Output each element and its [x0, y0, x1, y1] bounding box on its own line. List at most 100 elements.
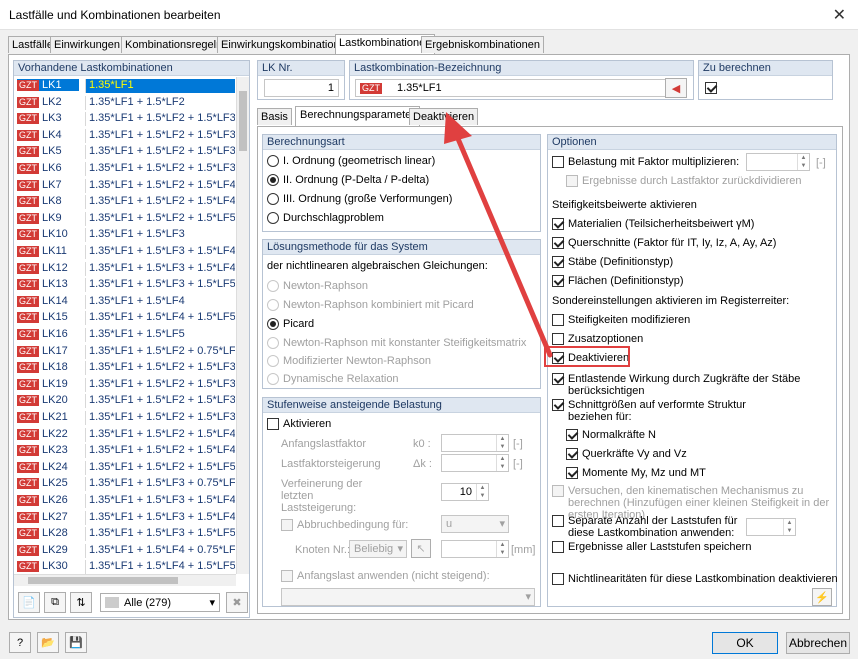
list-item[interactable]: GZTLK18 1.35*LF1 + 1.5*LF2 + 1.5*LF3 + 0	[14, 359, 236, 376]
anfangslastfaktor-field[interactable]: ▲ ▼	[441, 434, 509, 452]
renumber-icon[interactable]: ⇅	[70, 592, 92, 613]
list-item[interactable]: GZTLK28 1.35*LF1 + 1.5*LF3 + 1.5*LF5 + 0	[14, 525, 236, 542]
radio-newton-raphson[interactable]: Newton-Raphson	[267, 280, 368, 292]
list-item[interactable]: GZT LK11 1.35*LF1 + 1.5*LF3 + 1.5*LF4	[14, 243, 236, 260]
open-icon[interactable]: 📂	[37, 632, 59, 653]
list-item[interactable]: GZTLK30 1.35*LF1 + 1.5*LF4 + 1.5*LF5 + 0	[14, 558, 236, 574]
list-item[interactable]: GZT LK16 1.35*LF1 + 1.5*LF5	[14, 326, 236, 343]
list-item[interactable]: GZTLK20 1.35*LF1 + 1.5*LF2 + 1.5*LF3 + 1	[14, 392, 236, 409]
faktor-field[interactable]: ▲ ▼	[746, 153, 810, 171]
zu-berechnen-checkbox[interactable]	[705, 82, 717, 94]
faktor-checkbox[interactable]: Belastung mit Faktor multiplizieren:	[552, 156, 739, 168]
tab-berechnungsparameter[interactable]: Berechnungsparameter	[295, 106, 420, 126]
momente-checkbox[interactable]: Momente My, Mz und MT	[566, 467, 706, 479]
list-item[interactable]: GZT LK1 1.35*LF1	[14, 77, 236, 94]
list-item-id: GZT LK1	[17, 79, 79, 91]
copy-combination-icon[interactable]: ⧉	[44, 592, 66, 613]
nichtlinear-checkbox[interactable]: Nichtlinearitäten für diese Lastkombinat…	[552, 573, 838, 585]
list-item[interactable]: GZTLK24 1.35*LF1 + 1.5*LF2 + 1.5*LF5 + 0	[14, 459, 236, 476]
tab-einwirkungen[interactable]: Einwirkungen	[50, 36, 125, 53]
ergebnisse-zurueck-checkbox[interactable]: Ergebnisse durch Lastfaktor zurückdividi…	[566, 175, 802, 187]
list-item[interactable]: GZT LK29 1.35*LF1 + 1.5*LF4 + 0.75*LF6	[14, 542, 236, 559]
verfeinerung-field[interactable]: 10 ▲ ▼	[441, 483, 489, 501]
staebe-checkbox[interactable]: Stäbe (Definitionstyp)	[552, 256, 673, 268]
materialien-checkbox[interactable]: Materialien (Teilsicherheitsbeiwert γM)	[552, 218, 754, 230]
list-item-id: GZT LK15	[17, 311, 79, 324]
delete-icon[interactable]: ✖	[226, 592, 248, 613]
horizontal-scrollbar[interactable]	[14, 574, 236, 586]
cancel-button[interactable]: Abbrechen	[786, 632, 850, 654]
close-icon[interactable]: ✕	[833, 5, 846, 25]
save-icon[interactable]: 💾	[65, 632, 87, 653]
list-item[interactable]: GZT LK3 1.35*LF1 + 1.5*LF2 + 1.5*LF3	[14, 110, 236, 127]
bezeichnung-menu-icon[interactable]: ◀	[665, 78, 687, 98]
list-item-number: LK11	[42, 245, 67, 257]
list-item[interactable]: GZT LK17 1.35*LF1 + 1.5*LF2 + 0.75*LF6	[14, 343, 236, 360]
anfangslast-select[interactable]: ▾	[281, 588, 535, 606]
list-item-description: 1.35*LF1 + 1.5*LF5	[85, 328, 235, 342]
tab-basis[interactable]: Basis	[257, 108, 292, 125]
help-icon[interactable]: ?	[9, 632, 31, 653]
radio-durchschlag[interactable]: Durchschlagproblem	[267, 212, 384, 224]
pick-node-icon[interactable]: ↖	[411, 539, 431, 558]
list-item[interactable]: GZTLK6 1.35*LF1 + 1.5*LF2 + 1.5*LF3 + 1	[14, 160, 236, 177]
list-item[interactable]: GZTLK8 1.35*LF1 + 1.5*LF2 + 1.5*LF4 + 1	[14, 193, 236, 210]
abbruch-checkbox[interactable]: Abbruchbedingung für:	[281, 519, 408, 531]
alle-stufen-checkbox[interactable]: Ergebnisse aller Laststufen speichern	[552, 541, 751, 553]
list-item[interactable]: GZTLK19 1.35*LF1 + 1.5*LF2 + 1.5*LF3 + 1	[14, 376, 236, 393]
list-item-number: LK18	[42, 361, 68, 374]
radio-first-order[interactable]: I. Ordnung (geometrisch linear)	[267, 155, 435, 167]
bezeichnung-field[interactable]: GZT 1.35*LF1	[355, 79, 685, 97]
list-item[interactable]: GZT LK7 1.35*LF1 + 1.5*LF2 + 1.5*LF4	[14, 177, 236, 194]
entlastend-checkbox[interactable]: Entlastende Wirkung durch Zugkräfte der …	[552, 373, 822, 397]
radio-picard[interactable]: Picard	[267, 318, 314, 330]
gzt-badge: GZT	[17, 262, 39, 274]
list-item-id: GZT LK23	[17, 444, 79, 457]
lk-nr-field[interactable]: 1	[264, 79, 339, 97]
calc-settings-icon[interactable]: ⚡	[812, 588, 832, 606]
knoten-select[interactable]: Beliebig ▾	[349, 540, 407, 558]
list-item-id: GZT LK14	[17, 295, 79, 307]
radio-dynamic-relaxation[interactable]: Dynamische Relaxation	[267, 373, 399, 385]
filter-select[interactable]: Alle (279) ▾	[100, 593, 220, 612]
gzt-badge: GZT	[17, 395, 39, 407]
list-item[interactable]: GZT LK15 1.35*LF1 + 1.5*LF4 + 1.5*LF5	[14, 309, 236, 326]
list-item[interactable]: GZTLK26 1.35*LF1 + 1.5*LF3 + 1.5*LF4 + 0	[14, 492, 236, 509]
list-item[interactable]: GZT LK2 1.35*LF1 + 1.5*LF2	[14, 94, 236, 111]
list-item[interactable]: GZT LK9 1.35*LF1 + 1.5*LF2 + 1.5*LF5	[14, 210, 236, 227]
anfangslast-checkbox[interactable]: Anfangslast anwenden (nicht steigend):	[281, 570, 490, 582]
list-item[interactable]: GZTLK27 1.35*LF1 + 1.5*LF3 + 1.5*LF4 + 1	[14, 509, 236, 526]
separate-checkbox[interactable]: Separate Anzahl der Laststufen für diese…	[552, 515, 752, 539]
querschnitte-checkbox[interactable]: Querschnitte (Faktor für IT, Iy, Iz, A, …	[552, 237, 776, 249]
list-item[interactable]: GZTLK21 1.35*LF1 + 1.5*LF2 + 1.5*LF3 + 1	[14, 409, 236, 426]
schnittgroessen-checkbox[interactable]: Schnittgrößen auf verformte Struktur bez…	[552, 399, 752, 423]
tab-kombinationsregeln[interactable]: Kombinationsregeln	[121, 36, 227, 53]
list-item[interactable]: GZT LK25 1.35*LF1 + 1.5*LF3 + 0.75*LF6	[14, 475, 236, 492]
steifigkeiten-checkbox[interactable]: Steifigkeiten modifizieren	[552, 314, 690, 326]
new-combination-icon[interactable]: 📄	[18, 592, 40, 613]
separate-field[interactable]: ▲ ▼	[746, 518, 796, 536]
list-item[interactable]: GZT LK10 1.35*LF1 + 1.5*LF3	[14, 226, 236, 243]
list-item[interactable]: GZTLK22 1.35*LF1 + 1.5*LF2 + 1.5*LF4 + 0	[14, 426, 236, 443]
radio-second-order[interactable]: II. Ordnung (P-Delta / P-delta)	[267, 174, 429, 186]
lastfaktorsteigerung-field[interactable]: ▲ ▼	[441, 454, 509, 472]
querkraefte-checkbox[interactable]: Querkräfte Vy and Vz	[566, 448, 687, 460]
list-item-number: LK21	[42, 411, 68, 423]
list-item[interactable]: GZTLK4 1.35*LF1 + 1.5*LF2 + 1.5*LF3 + 1	[14, 127, 236, 144]
vertical-scrollbar[interactable]	[236, 77, 249, 574]
abbruch-select[interactable]: u ▾	[441, 515, 509, 533]
tab-ergebniskombinationen[interactable]: Ergebniskombinationen	[421, 36, 544, 53]
normalkraefte-checkbox[interactable]: Normalkräfte N	[566, 429, 656, 441]
list-item[interactable]: GZT LK14 1.35*LF1 + 1.5*LF4	[14, 293, 236, 310]
list-item-description: 1.35*LF1 + 1.5*LF3 + 1.5*LF4 + 1	[85, 261, 235, 276]
list-item[interactable]: GZTLK12 1.35*LF1 + 1.5*LF3 + 1.5*LF4 + 1	[14, 260, 236, 277]
list-item[interactable]: GZTLK23 1.35*LF1 + 1.5*LF2 + 1.5*LF4 + 1	[14, 442, 236, 459]
flaechen-checkbox[interactable]: Flächen (Definitionstyp)	[552, 275, 684, 287]
combination-list[interactable]: GZT LK1 1.35*LF1 GZT LK2 1.35*LF1 + 1.5*LF2 GZ…	[14, 77, 236, 574]
list-item[interactable]: GZTLK5 1.35*LF1 + 1.5*LF2 + 1.5*LF3 + 1	[14, 143, 236, 160]
ok-button[interactable]: OK	[712, 632, 778, 654]
radio-modified-nr[interactable]: Modifizierter Newton-Raphson	[267, 355, 431, 367]
aktivieren-checkbox[interactable]: Aktivieren	[267, 418, 331, 430]
list-item[interactable]: GZT LK13 1.35*LF1 + 1.5*LF3 + 1.5*LF5	[14, 276, 236, 293]
knoten-value-field[interactable]: ▲ ▼	[441, 540, 509, 558]
